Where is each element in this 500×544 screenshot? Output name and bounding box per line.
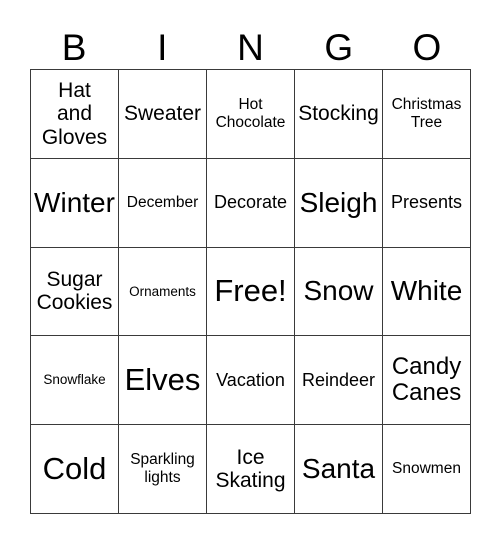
bingo-grid: Hat and Gloves Sweater Hot Chocolate Sto… — [30, 69, 471, 514]
bingo-cell-label: Ornaments — [129, 283, 196, 299]
bingo-cell-o5[interactable]: Snowmen — [383, 425, 471, 514]
bingo-cell-o2[interactable]: Presents — [383, 158, 471, 248]
bingo-cell-n1[interactable]: Hot Chocolate — [207, 70, 295, 159]
bingo-cell-free-space[interactable]: Free! — [207, 247, 295, 337]
bingo-cell-label: Christmas Tree — [391, 95, 462, 131]
bingo-cell-label: Hot Chocolate — [215, 95, 286, 131]
bingo-cell-label: December — [126, 193, 199, 211]
bingo-cell-b4[interactable]: Snowflake — [31, 336, 119, 426]
bingo-cell-n4[interactable]: Vacation — [207, 336, 295, 426]
bingo-cell-n5[interactable]: Ice Skating — [207, 425, 295, 514]
bingo-cell-b2[interactable]: Winter — [31, 158, 119, 248]
bingo-cell-g1[interactable]: Stocking — [295, 70, 383, 159]
bingo-cell-i4[interactable]: Elves — [119, 336, 207, 426]
bingo-cell-b1[interactable]: Hat and Gloves — [31, 70, 119, 159]
bingo-cell-label: Cold — [42, 450, 107, 486]
bingo-card: B I N G O Hat and Gloves Sweater Hot Cho… — [0, 0, 500, 544]
bingo-cell-label: Snowflake — [43, 372, 106, 388]
header-letter-n: N — [237, 27, 264, 68]
bingo-cell-label: Elves — [124, 361, 201, 397]
bingo-cell-i2[interactable]: December — [119, 158, 207, 248]
bingo-cell-g3[interactable]: Snow — [295, 247, 383, 337]
bingo-cell-label: White — [390, 275, 463, 307]
bingo-cell-o3[interactable]: White — [383, 247, 471, 337]
bingo-cell-label: Decorate — [213, 192, 288, 213]
bingo-cell-label: Free! — [214, 273, 287, 309]
bingo-cell-label: Winter — [34, 186, 115, 218]
bingo-cell-o1[interactable]: Christmas Tree — [383, 70, 471, 159]
bingo-cell-label: Candy Canes — [391, 352, 462, 407]
bingo-cell-g5[interactable]: Santa — [295, 425, 383, 514]
bingo-cell-o4[interactable]: Candy Canes — [383, 336, 471, 426]
bingo-cell-label: Santa — [301, 452, 376, 484]
bingo-cell-i1[interactable]: Sweater — [119, 70, 207, 159]
bingo-cell-b5[interactable]: Cold — [31, 425, 119, 514]
bingo-cell-label: Reindeer — [301, 370, 376, 391]
bingo-header-row: B I N G O — [30, 14, 471, 69]
bingo-cell-label: Presents — [390, 192, 463, 213]
bingo-cell-label: Sweater — [123, 102, 202, 126]
bingo-cell-i3[interactable]: Ornaments — [119, 247, 207, 337]
bingo-cell-label: Sugar Cookies — [36, 267, 113, 315]
bingo-cell-label: Ice Skating — [215, 445, 286, 493]
bingo-cell-b3[interactable]: Sugar Cookies — [31, 247, 119, 337]
header-letter-i: I — [157, 27, 168, 68]
bingo-cell-g4[interactable]: Reindeer — [295, 336, 383, 426]
bingo-cell-label: Hat and Gloves — [41, 78, 108, 149]
header-letter-g: G — [324, 27, 354, 68]
bingo-cell-label: Snow — [303, 275, 374, 307]
header-letter-o: O — [412, 27, 442, 68]
bingo-cell-i5[interactable]: Sparkling lights — [119, 425, 207, 514]
header-letter-b: B — [61, 27, 87, 68]
bingo-cell-label: Stocking — [298, 102, 379, 126]
bingo-cell-label: Sparkling lights — [130, 451, 195, 487]
bingo-cell-label: Sleigh — [299, 186, 378, 218]
bingo-cell-n2[interactable]: Decorate — [207, 158, 295, 248]
bingo-cell-g2[interactable]: Sleigh — [295, 158, 383, 248]
bingo-cell-label: Vacation — [216, 370, 285, 391]
bingo-cell-label: Snowmen — [392, 460, 461, 478]
